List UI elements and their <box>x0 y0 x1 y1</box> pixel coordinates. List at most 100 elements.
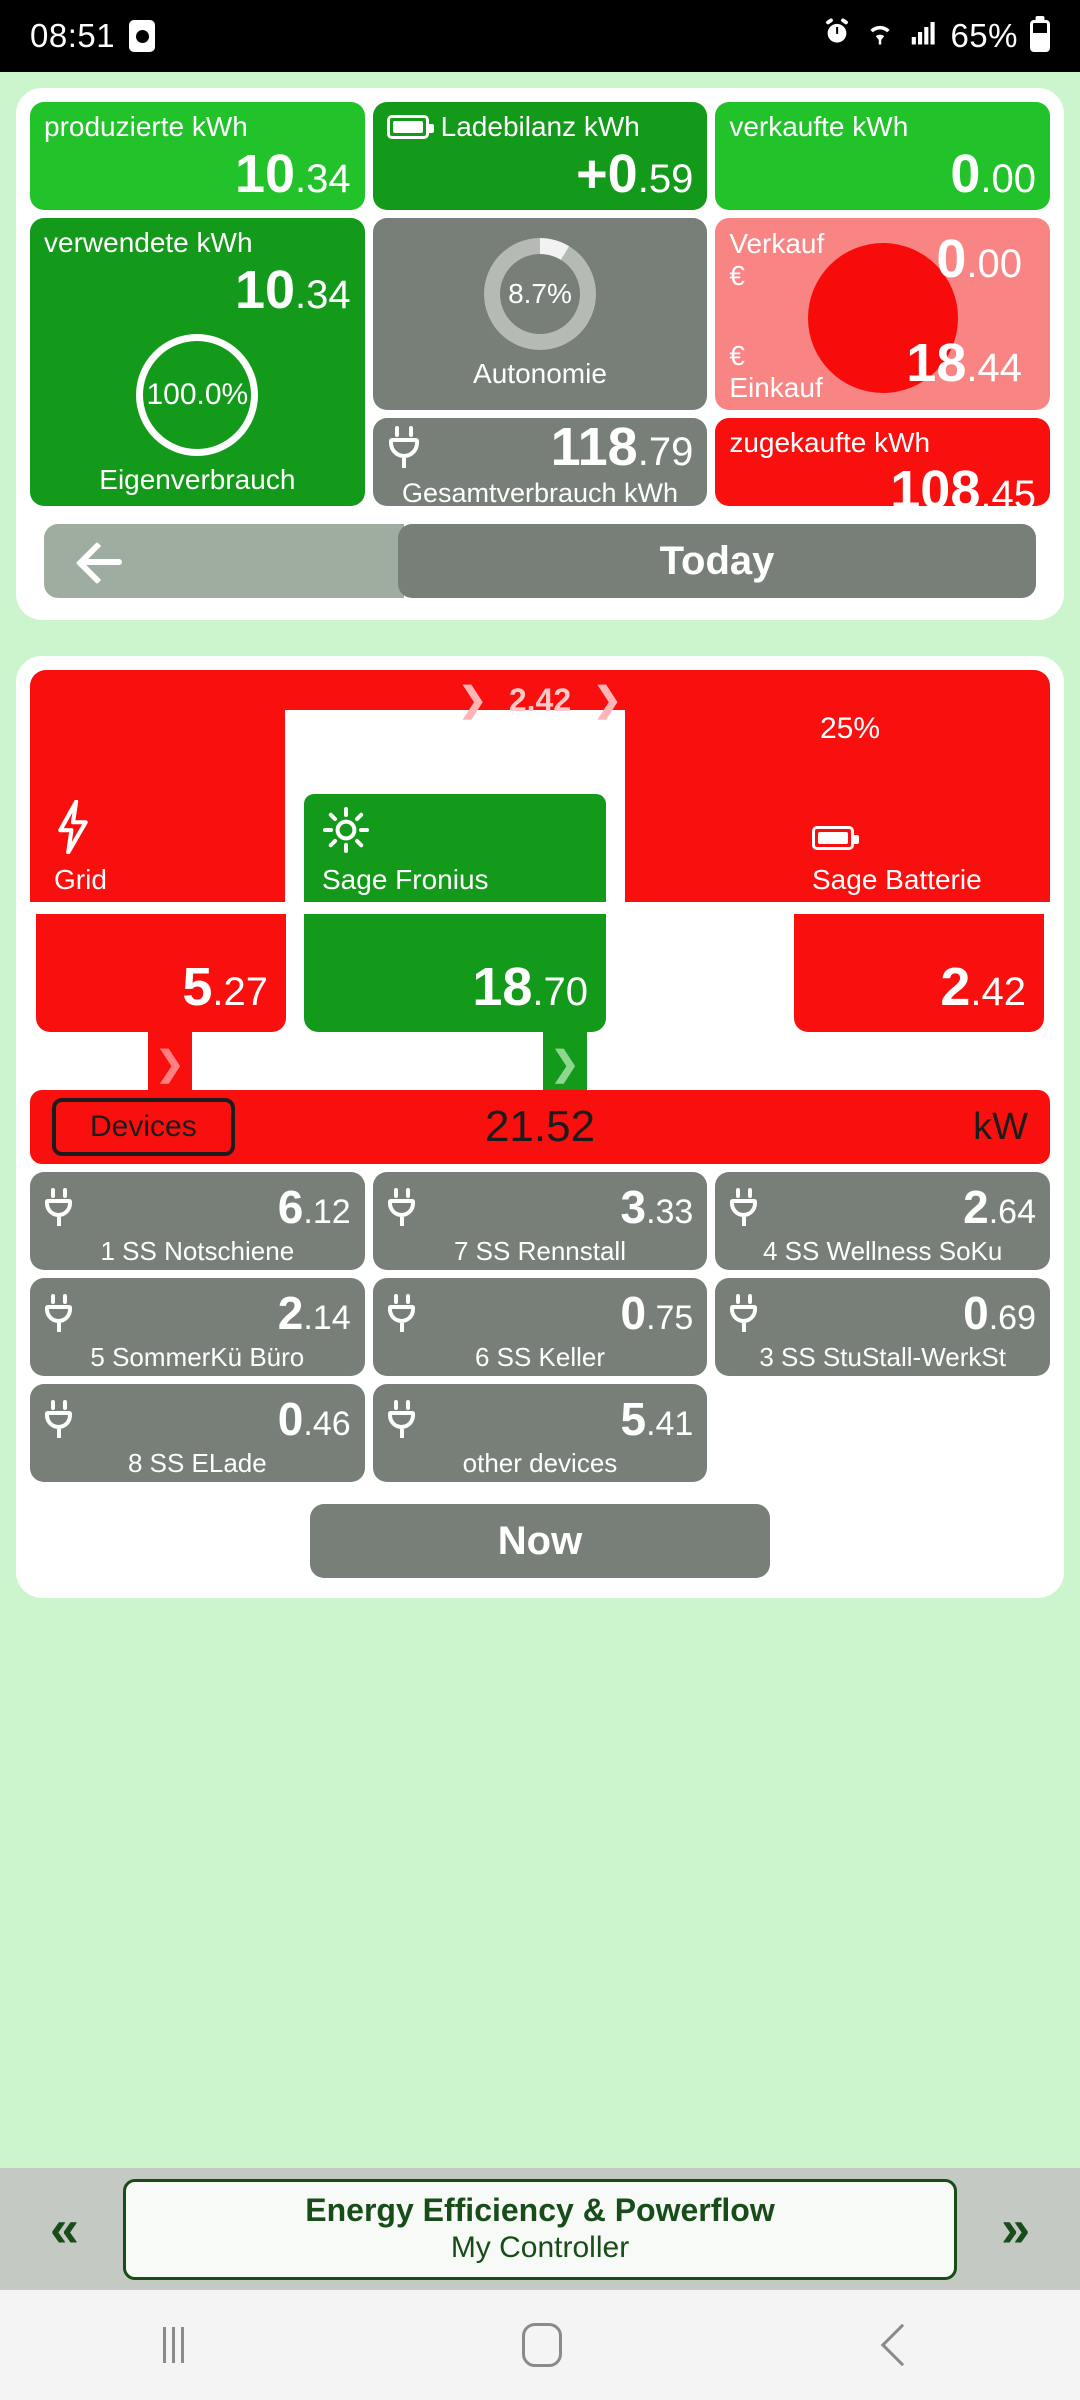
battery-icon <box>386 115 434 140</box>
device-value-dec: .75 <box>646 1299 694 1337</box>
powerflow-node-battery-label: Sage Batterie <box>812 864 982 895</box>
price-sell-labels: Verkauf € <box>729 228 824 292</box>
device-value-int: 0 <box>277 1393 304 1445</box>
powerflow-battery-dec: .42 <box>970 970 1026 1014</box>
device-value-int: 6 <box>277 1181 304 1233</box>
android-navigation-bar <box>0 2290 1080 2400</box>
battery-icon <box>1030 20 1050 52</box>
tile-produced-value: 10.34 <box>30 143 365 210</box>
device-value-int: 2 <box>277 1287 304 1339</box>
tile-charge-balance[interactable]: Ladebilanz kWh +0.59 <box>372 102 708 210</box>
powerflow-node-grid[interactable]: Grid <box>36 794 286 902</box>
plug-icon <box>44 1294 74 1332</box>
clock-icon <box>129 20 156 52</box>
device-tile[interactable]: 0.69 3 SS StuStall-WerkSt <box>715 1278 1050 1376</box>
price-sell-int: 0 <box>936 229 967 289</box>
period-back-button[interactable] <box>44 524 404 598</box>
powerflow-node-grid-label: Grid <box>54 864 107 895</box>
devices-bar[interactable]: Devices 21.52 kW <box>30 1090 1050 1164</box>
summary-grid: produzierte kWh 10.34 Ladebilanz kWh +0.… <box>30 102 1050 506</box>
period-label-button[interactable]: Today <box>398 524 1036 598</box>
device-value-int: 3 <box>620 1181 647 1233</box>
price-buy-dec: .44 <box>966 346 1022 390</box>
double-chevron-right-icon[interactable]: » <box>1001 2199 1030 2259</box>
tile-purchased-label: zugekaufte kWh <box>729 427 931 458</box>
battery-percent: 65% <box>950 17 1018 54</box>
price-buy-int: 18 <box>906 333 967 393</box>
bolt-icon <box>36 794 286 854</box>
powerflow-pv-dec: .70 <box>532 970 588 1014</box>
device-tile[interactable]: 3.33 7 SS Rennstall <box>372 1172 708 1270</box>
device-name: 7 SS Rennstall <box>454 1236 626 1266</box>
tile-sold-int: 0 <box>950 143 981 204</box>
tile-sold[interactable]: verkaufte kWh 0.00 <box>715 102 1050 210</box>
device-name: 5 SommerKü Büro <box>90 1342 305 1372</box>
total-consumption-int: 118 <box>550 418 638 477</box>
autonomy-donut: 8.7% <box>483 238 596 350</box>
chevron-down-icon: ❯ <box>550 1045 580 1083</box>
device-value-dec: .69 <box>988 1299 1036 1337</box>
plug-icon <box>729 1188 759 1226</box>
tile-total-consumption[interactable]: 118.79 Gesamtverbrauch kWh <box>372 418 708 506</box>
device-value-dec: .41 <box>646 1405 694 1443</box>
sun-icon <box>304 794 606 854</box>
plug-icon <box>387 1188 417 1226</box>
tile-used-dec: .34 <box>295 272 351 317</box>
tile-sold-label: verkaufte kWh <box>729 111 909 142</box>
tile-used-label: verwendete kWh <box>44 227 253 258</box>
powerflow-top-flow-value: 2.42 <box>508 681 572 718</box>
page-title-box[interactable]: Energy Efficiency & Powerflow My Control… <box>122 2178 958 2280</box>
powerflow-node-pv[interactable]: Sage Fronius <box>304 794 606 902</box>
price-sell-row: Verkauf € 0.00 <box>715 218 1050 300</box>
double-chevron-left-icon[interactable]: « <box>50 2199 79 2259</box>
powerflow-node-battery[interactable]: Sage Batterie <box>794 794 1044 902</box>
connector-pv: ❯ <box>543 1032 587 1090</box>
price-buy-row: € Einkauf 18.44 <box>729 332 1036 404</box>
devices-unit: kW <box>973 1105 1028 1148</box>
powerflow-panel: ❯ 2.42 ❯ Grid Sage Fronius 25% Sage Batt… <box>16 656 1064 1598</box>
device-value-int: 0 <box>620 1287 647 1339</box>
powerflow-battery-int: 2 <box>940 957 971 1017</box>
tile-produced[interactable]: produzierte kWh 10.34 <box>30 102 365 210</box>
tile-used-value: 10.34 <box>30 259 365 331</box>
device-tile[interactable]: 2.64 4 SS Wellness SoKu <box>715 1172 1050 1270</box>
connector-grid: ❯ <box>148 1032 192 1090</box>
summary-panel: produzierte kWh 10.34 Ladebilanz kWh +0.… <box>16 88 1064 620</box>
autonomy-value: 8.7% <box>499 254 580 334</box>
powerflow-connectors: ❯ ❯ <box>30 1032 1050 1090</box>
tile-price[interactable]: Verkauf € 0.00 € Einkauf 18.44 <box>715 218 1050 410</box>
footer-bar: « Energy Efficiency & Powerflow My Contr… <box>0 2168 1080 2290</box>
price-sell-dec: .00 <box>966 242 1022 286</box>
autonomy-gauge: 8.7% Autonomie <box>373 218 708 410</box>
tile-used[interactable]: verwendete kWh 10.34 100.0% Eigenverbrau… <box>30 218 365 506</box>
device-value-dec: .12 <box>303 1193 351 1231</box>
device-tile[interactable]: 2.14 5 SommerKü Büro <box>30 1278 365 1376</box>
tile-autonomy[interactable]: 8.7% Autonomie <box>372 218 708 410</box>
plug-icon <box>729 1294 759 1332</box>
device-tile[interactable]: 0.75 6 SS Keller <box>372 1278 708 1376</box>
home-icon[interactable] <box>521 2323 562 2367</box>
now-button[interactable]: Now <box>310 1504 770 1578</box>
device-value-int: 0 <box>963 1287 989 1339</box>
tile-produced-dec: .34 <box>295 156 351 201</box>
plug-icon <box>387 1294 417 1332</box>
price-buy-currency: € <box>729 339 745 371</box>
plug-icon <box>44 1188 74 1226</box>
chevron-right-icon: ❯ <box>458 681 487 719</box>
tile-charge-balance-int: +0 <box>576 143 638 204</box>
recents-icon[interactable] <box>162 2327 197 2363</box>
price-sell-label: Verkauf <box>729 228 825 259</box>
total-consumption-inner: 118.79 Gesamtverbrauch kWh <box>373 418 708 506</box>
back-icon[interactable] <box>881 2323 924 2367</box>
device-value-int: 5 <box>620 1393 647 1445</box>
powerflow-pv-int: 18 <box>472 957 533 1017</box>
device-tile[interactable]: 0.46 8 SS ELade <box>30 1384 365 1482</box>
total-consumption-dec: .79 <box>637 429 694 474</box>
tile-purchased[interactable]: zugekaufte kWh 108.45 <box>715 418 1050 506</box>
device-tile[interactable]: 5.41 other devices <box>372 1384 708 1482</box>
plug-icon <box>44 1400 74 1438</box>
device-tile[interactable]: 6.12 1 SS Notschiene <box>30 1172 365 1270</box>
powerflow-diagram: ❯ 2.42 ❯ Grid Sage Fronius 25% Sage Batt… <box>30 670 1050 1578</box>
plug-icon <box>387 1400 417 1438</box>
wifi-icon <box>864 17 896 55</box>
